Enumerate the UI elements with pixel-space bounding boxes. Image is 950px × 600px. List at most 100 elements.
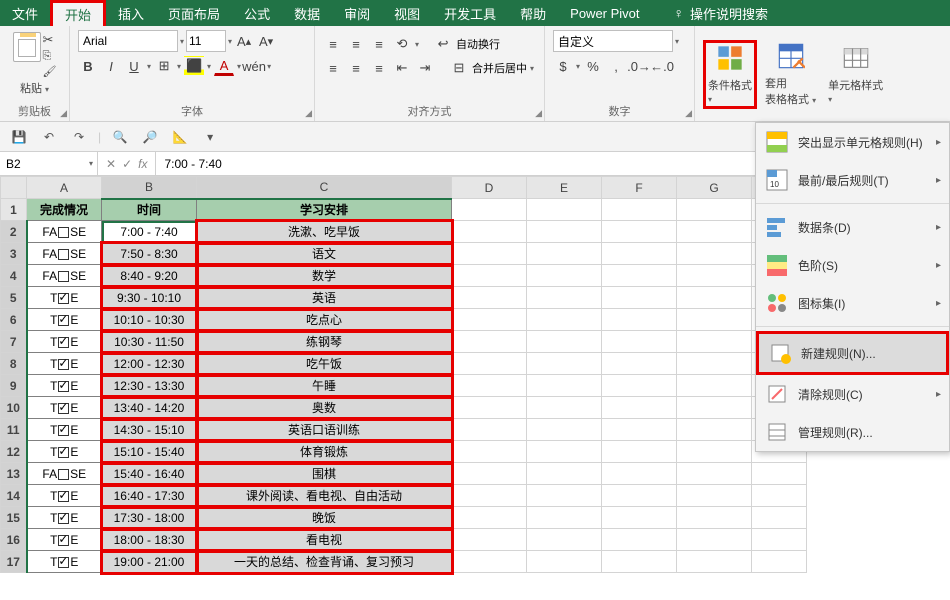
row-header-1[interactable]: 1 [1,199,27,221]
cf-icon-sets[interactable]: 图标集(I)▸ [756,284,949,322]
cell-A17[interactable]: TE [27,551,102,573]
col-header-C[interactable]: C [197,177,452,199]
cell-C11[interactable]: 英语口语训练 [197,419,452,441]
decrease-font-icon[interactable]: A▾ [256,31,276,51]
cell-C8[interactable]: 吃午饭 [197,353,452,375]
cell-A12[interactable]: TE [27,441,102,463]
cell-E11[interactable] [527,419,602,441]
cell-F7[interactable] [602,331,677,353]
underline-button[interactable]: U [124,56,144,76]
italic-button[interactable]: I [101,56,121,76]
currency-icon[interactable]: $ [553,56,573,76]
paste-button[interactable]: ✂ ⎘ 🖌 粘贴 ▾ [9,30,61,98]
cell-A15[interactable]: TE [27,507,102,529]
cell-B10[interactable]: 13:40 - 14:20 [102,397,197,419]
align-right-icon[interactable]: ≡ [369,58,389,78]
cell-H17[interactable] [752,551,807,573]
cell-B7[interactable]: 10:30 - 11:50 [102,331,197,353]
col-header-F[interactable]: F [602,177,677,199]
cell-B15[interactable]: 17:30 - 18:00 [102,507,197,529]
cell-B14[interactable]: 16:40 - 17:30 [102,485,197,507]
decrease-indent-icon[interactable]: ⇤ [392,58,412,78]
cell-E5[interactable] [527,287,602,309]
row-header-10[interactable]: 10 [1,397,27,419]
cell-A6[interactable]: TE [27,309,102,331]
cell-G7[interactable] [677,331,752,353]
cell-H15[interactable] [752,507,807,529]
qat-print-preview-icon[interactable]: 🔍 [109,126,131,148]
cell-A3[interactable]: FASE [27,243,102,265]
cell-F13[interactable] [602,463,677,485]
increase-indent-icon[interactable]: ⇥ [415,58,435,78]
cell-A16[interactable]: TE [27,529,102,551]
cell-D12[interactable] [452,441,527,463]
cell-F14[interactable] [602,485,677,507]
cell-F2[interactable] [602,221,677,243]
cell-B17[interactable]: 19:00 - 21:00 [102,551,197,573]
cell-D3[interactable] [452,243,527,265]
cell-D11[interactable] [452,419,527,441]
cell-C4[interactable]: 数学 [197,265,452,287]
cancel-icon[interactable]: ✕ [106,157,116,171]
cf-top-bottom-rules[interactable]: 10 最前/最后规则(T)▸ [756,161,949,199]
cell-G9[interactable] [677,375,752,397]
cell-G12[interactable] [677,441,752,463]
phonetic-button[interactable]: wén [244,56,264,76]
menu-pivot[interactable]: Power Pivot [558,0,651,26]
cell-G11[interactable] [677,419,752,441]
cut-icon[interactable]: ✂ [43,32,57,48]
row-header-13[interactable]: 13 [1,463,27,485]
row-header-12[interactable]: 12 [1,441,27,463]
format-as-table-button[interactable]: 套用 表格格式 ▾ [761,40,820,109]
increase-decimal-icon[interactable]: .0→ [629,56,649,76]
cell-B16[interactable]: 18:00 - 18:30 [102,529,197,551]
cell-A8[interactable]: TE [27,353,102,375]
cell-B6[interactable]: 10:10 - 10:30 [102,309,197,331]
col-header-D[interactable]: D [452,177,527,199]
conditional-formatting-button[interactable]: 条件格式▾ [703,40,757,109]
row-header-17[interactable]: 17 [1,551,27,573]
cell-F16[interactable] [602,529,677,551]
cell-A14[interactable]: TE [27,485,102,507]
cf-data-bars[interactable]: 数据条(D)▸ [756,208,949,246]
cell-D9[interactable] [452,375,527,397]
cell-A5[interactable]: TE [27,287,102,309]
cell-E1[interactable] [527,199,602,221]
cell-G13[interactable] [677,463,752,485]
cf-color-scales[interactable]: 色阶(S)▸ [756,246,949,284]
cell-G4[interactable] [677,265,752,287]
fx-icon[interactable]: fx [138,157,147,171]
cell-E12[interactable] [527,441,602,463]
cell-B11[interactable]: 14:30 - 15:10 [102,419,197,441]
col-header-A[interactable]: A [27,177,102,199]
font-launcher[interactable]: ◢ [305,108,312,119]
cell-styles-button[interactable]: 单元格样式▾ [824,42,887,107]
cell-D6[interactable] [452,309,527,331]
copy-icon[interactable]: ⎘ [43,50,57,63]
cell-B8[interactable]: 12:00 - 12:30 [102,353,197,375]
row-header-16[interactable]: 16 [1,529,27,551]
cell-F6[interactable] [602,309,677,331]
cell-H14[interactable] [752,485,807,507]
cell-F15[interactable] [602,507,677,529]
cell-F12[interactable] [602,441,677,463]
cell-C7[interactable]: 练钢琴 [197,331,452,353]
cell-C16[interactable]: 看电视 [197,529,452,551]
cell-C9[interactable]: 午睡 [197,375,452,397]
qat-more-icon[interactable]: ▾ [199,126,221,148]
percent-icon[interactable]: % [583,56,603,76]
cell-A7[interactable]: TE [27,331,102,353]
row-header-3[interactable]: 3 [1,243,27,265]
align-bottom-icon[interactable]: ≡ [369,34,389,54]
cell-G3[interactable] [677,243,752,265]
comma-icon[interactable]: , [606,56,626,76]
cell-C13[interactable]: 围棋 [197,463,452,485]
cell-E15[interactable] [527,507,602,529]
cell-F1[interactable] [602,199,677,221]
cell-B4[interactable]: 8:40 - 9:20 [102,265,197,287]
align-left-icon[interactable]: ≡ [323,58,343,78]
align-center-icon[interactable]: ≡ [346,58,366,78]
cell-G17[interactable] [677,551,752,573]
cell-E4[interactable] [527,265,602,287]
cell-E7[interactable] [527,331,602,353]
